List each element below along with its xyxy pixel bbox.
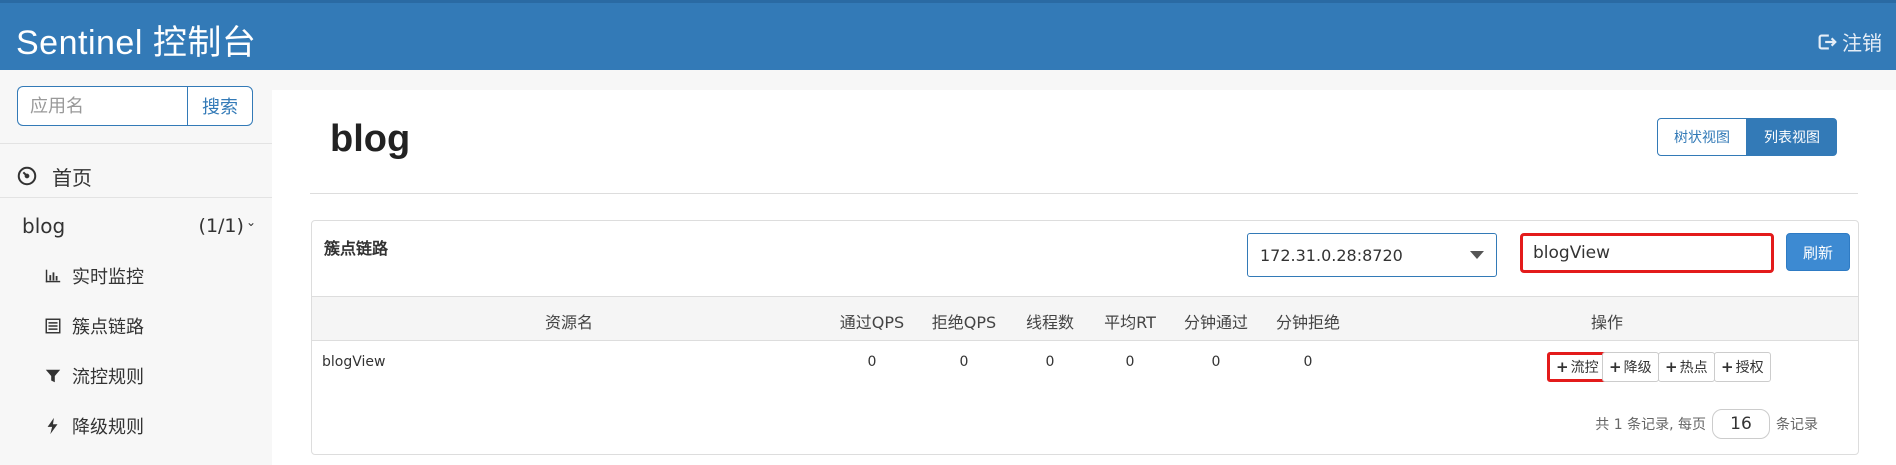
op-label: 流控 (1570, 360, 1599, 376)
machine-select[interactable]: 172.31.0.28:8720 (1247, 233, 1497, 277)
sidebar-item-degrade-rules[interactable]: 降级规则 (44, 408, 144, 444)
sidebar-item-label: 实时监控 (72, 267, 144, 288)
resource-name: blogView (322, 354, 386, 370)
list-icon (45, 318, 61, 334)
list-view-button[interactable]: 列表视图 (1747, 118, 1837, 156)
logout-link[interactable]: 注销 (1816, 27, 1882, 56)
column-header: 拒绝QPS (931, 313, 997, 332)
sidebar-item-label: 流控规则 (72, 367, 144, 388)
add-degrade-rule-button[interactable]: + 降级 (1602, 352, 1659, 382)
minute-block: 0 (1303, 354, 1313, 370)
bolt-icon (47, 417, 58, 435)
panel-title: 簇点链路 (324, 239, 389, 258)
sidebar-item-label: 簇点链路 (72, 317, 144, 338)
tree-view-button[interactable]: 树状视图 (1657, 118, 1747, 156)
column-header: 平均RT (1104, 313, 1156, 332)
sidebar-item-realtime-monitor[interactable]: 实时监控 (44, 258, 144, 294)
op-label: 授权 (1735, 360, 1764, 376)
title-divider (310, 193, 1858, 194)
add-hotspot-rule-button[interactable]: + 热点 (1658, 352, 1715, 382)
bar-chart-icon (45, 269, 61, 283)
block-qps: 0 (959, 354, 969, 370)
table-row: blogView 0 0 0 0 0 0 + 流控 + 降级 + 热点 + 授权 (312, 342, 1858, 390)
resource-filter-input[interactable] (1520, 233, 1774, 273)
sidebar-item-cluster-chain[interactable]: 簇点链路 (44, 308, 144, 344)
op-label: 降级 (1623, 360, 1652, 376)
app-search-button[interactable]: 搜索 (187, 86, 253, 126)
sidebar-divider (0, 143, 272, 144)
main-content: blog 树状视图 列表视图 簇点链路 172.31.0.28:8720 刷新 … (272, 90, 1896, 465)
filter-icon (45, 369, 61, 383)
plus-icon: + (1609, 358, 1622, 376)
top-navbar: Sentinel 控制台 注销 (0, 0, 1896, 70)
view-toggle: 树状视图 列表视图 (1657, 118, 1837, 156)
table-header: 资源名 通过QPS 拒绝QPS 线程数 平均RT 分钟通过 分钟拒绝 操作 (312, 297, 1858, 341)
app-title: Sentinel 控制台 (16, 24, 257, 62)
minute-pass: 0 (1211, 354, 1221, 370)
sidebar-app-count: (1/1) (198, 215, 244, 237)
sidebar: 搜索 首页 blog (1/1) ⌄ 实时监控 簇点链路 (0, 70, 272, 465)
column-header: 操作 (1590, 313, 1623, 332)
pager-prefix: 共 1 条记录, 每页 (1595, 417, 1706, 433)
sidebar-item-home-label: 首页 (52, 165, 92, 190)
plus-icon: + (1665, 358, 1678, 376)
app-search-input[interactable] (17, 86, 187, 126)
chevron-down-icon: ⌄ (245, 215, 256, 229)
column-header: 线程数 (1025, 313, 1074, 332)
dashboard-icon (17, 166, 37, 186)
pagination: 共 1 条记录, 每页 条记录 (1595, 409, 1818, 439)
column-header: 分钟拒绝 (1275, 313, 1340, 332)
sidebar-item-flow-rules[interactable]: 流控规则 (44, 358, 144, 394)
refresh-button[interactable]: 刷新 (1786, 233, 1850, 271)
sidebar-item-label: 降级规则 (72, 417, 144, 438)
pass-qps: 0 (867, 354, 877, 370)
plus-icon: + (1556, 358, 1569, 376)
pager-suffix: 条记录 (1776, 417, 1818, 433)
sidebar-divider (0, 197, 272, 198)
avg-rt: 0 (1125, 354, 1135, 370)
thread-count: 0 (1045, 354, 1055, 370)
machine-select-value: 172.31.0.28:8720 (1260, 245, 1403, 265)
resource-panel: 簇点链路 172.31.0.28:8720 刷新 资源名 通过QPS 拒绝QPS… (311, 220, 1859, 455)
sidebar-app-blog[interactable]: blog (1/1) ⌄ (22, 206, 256, 246)
panel-header: 簇点链路 172.31.0.28:8720 刷新 (312, 221, 1858, 297)
plus-icon: + (1721, 358, 1734, 376)
column-header: 分钟通过 (1183, 313, 1248, 332)
sign-out-icon (1818, 33, 1837, 50)
page-title: blog (330, 118, 411, 160)
op-label: 热点 (1679, 360, 1708, 376)
column-header: 资源名 (544, 313, 593, 332)
sidebar-item-home[interactable]: 首页 (16, 156, 92, 196)
page-size-input[interactable] (1712, 409, 1770, 439)
column-header: 通过QPS (839, 313, 905, 332)
add-auth-rule-button[interactable]: + 授权 (1714, 352, 1771, 382)
app-search: 搜索 (17, 86, 253, 126)
logout-label: 注销 (1842, 31, 1882, 55)
caret-down-icon (1470, 251, 1484, 259)
sidebar-app-name: blog (22, 214, 66, 238)
add-flow-rule-button[interactable]: + 流控 (1547, 352, 1608, 382)
